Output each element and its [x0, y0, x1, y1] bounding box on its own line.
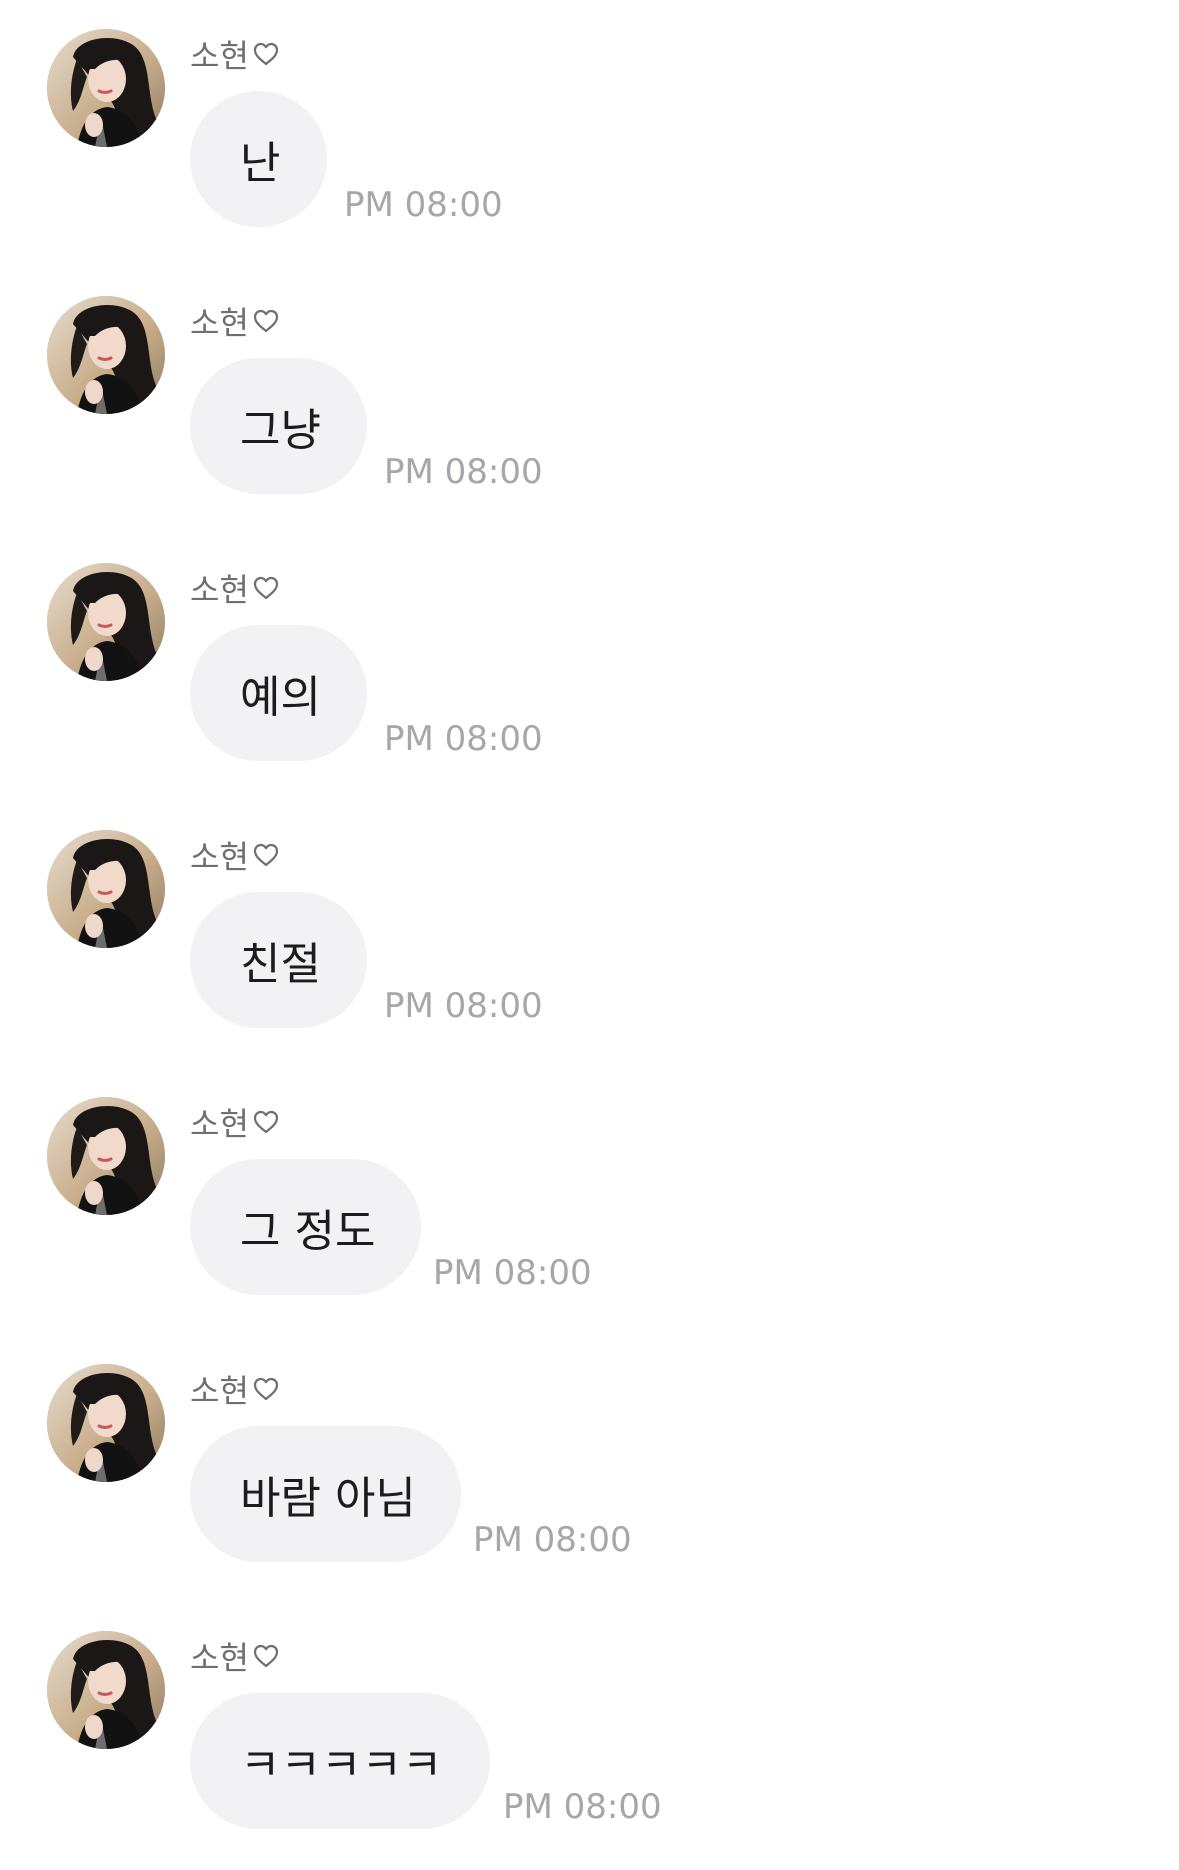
message-text: 바람 아님 — [240, 1473, 416, 1524]
avatar[interactable] — [47, 1097, 165, 1215]
sender-name-text: 소현 — [190, 304, 249, 342]
sender-name: 소현 — [190, 34, 281, 75]
sender-name-text: 소현 — [190, 1639, 249, 1677]
message-bubble[interactable]: 예의 — [190, 625, 367, 761]
sender-name-text: 소현 — [190, 1372, 249, 1410]
message-timestamp: PM 08:00 — [384, 452, 543, 492]
avatar[interactable] — [47, 29, 165, 147]
message-bubble[interactable]: 난 — [190, 91, 327, 227]
message-text: 친절 — [240, 939, 321, 990]
sender-name: 소현 — [190, 1636, 281, 1677]
message-row: 소현 그 정도 PM 08:00 — [0, 1068, 1179, 1335]
message-text: 난 — [240, 138, 281, 189]
message-timestamp: PM 08:00 — [433, 1253, 592, 1293]
chat-message-list[interactable]: 소현 난 PM 08:00 소현 그냥 PM 08:00 소현 예의 PM 08… — [0, 0, 1179, 1870]
message-row: 소현 친절 PM 08:00 — [0, 801, 1179, 1068]
heart-icon — [251, 306, 281, 336]
sender-name: 소현 — [190, 1102, 281, 1143]
sender-name: 소현 — [190, 1369, 281, 1410]
sender-name-text: 소현 — [190, 838, 249, 876]
heart-icon — [251, 840, 281, 870]
message-bubble[interactable]: 그 정도 — [190, 1159, 421, 1295]
message-timestamp: PM 08:00 — [344, 185, 503, 225]
sender-name: 소현 — [190, 835, 281, 876]
message-timestamp: PM 08:00 — [384, 986, 543, 1026]
message-row: 소현 바람 아님 PM 08:00 — [0, 1335, 1179, 1602]
message-bubble[interactable]: 그냥 — [190, 358, 367, 494]
message-text: 그 정도 — [240, 1206, 376, 1257]
heart-icon — [251, 1107, 281, 1137]
avatar[interactable] — [47, 830, 165, 948]
heart-icon — [251, 1374, 281, 1404]
message-row: 소현 그냥 PM 08:00 — [0, 267, 1179, 534]
heart-icon — [251, 1641, 281, 1671]
avatar[interactable] — [47, 1364, 165, 1482]
message-text: 그냥 — [240, 405, 321, 456]
sender-name-text: 소현 — [190, 37, 249, 75]
message-timestamp: PM 08:00 — [503, 1787, 662, 1827]
avatar[interactable] — [47, 563, 165, 681]
message-timestamp: PM 08:00 — [473, 1520, 632, 1560]
sender-name-text: 소현 — [190, 571, 249, 609]
avatar[interactable] — [47, 296, 165, 414]
message-row: 소현 ㅋㅋㅋㅋㅋ PM 08:00 — [0, 1602, 1179, 1869]
message-bubble[interactable]: ㅋㅋㅋㅋㅋ — [190, 1693, 490, 1829]
message-text: ㅋㅋㅋㅋㅋ — [240, 1740, 443, 1791]
heart-icon — [251, 573, 281, 603]
message-row: 소현 예의 PM 08:00 — [0, 534, 1179, 801]
sender-name: 소현 — [190, 568, 281, 609]
heart-icon — [251, 39, 281, 69]
message-bubble[interactable]: 바람 아님 — [190, 1426, 461, 1562]
message-timestamp: PM 08:00 — [384, 719, 543, 759]
message-bubble[interactable]: 친절 — [190, 892, 367, 1028]
message-text: 예의 — [240, 672, 321, 723]
avatar[interactable] — [47, 1631, 165, 1749]
message-row: 소현 난 PM 08:00 — [0, 0, 1179, 267]
sender-name-text: 소현 — [190, 1105, 249, 1143]
sender-name: 소현 — [190, 301, 281, 342]
